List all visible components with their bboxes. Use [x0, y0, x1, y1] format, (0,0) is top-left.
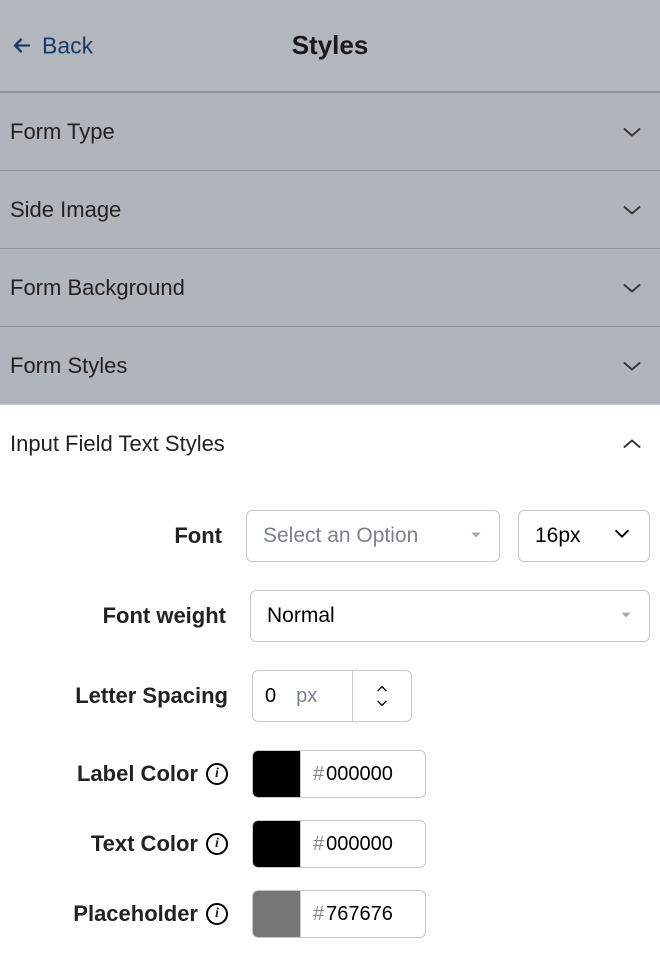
- chevron-down-icon: [618, 352, 646, 380]
- row-placeholder-color: Placeholder i # 767676: [10, 890, 650, 938]
- page-title: Styles: [292, 30, 369, 61]
- input-field-styles-content: Font Select an Option 16px Font weight N…: [0, 482, 660, 970]
- placeholder-label-wrap: Placeholder i: [10, 901, 228, 927]
- info-icon[interactable]: i: [206, 763, 228, 785]
- label-color-picker[interactable]: # 000000: [252, 750, 426, 798]
- font-weight-label: Font weight: [10, 603, 226, 629]
- back-label: Back: [42, 32, 93, 59]
- hash-symbol: #: [313, 833, 324, 856]
- section-input-field-text-styles[interactable]: Input Field Text Styles: [0, 404, 660, 482]
- letter-spacing-controls: 0 px: [252, 670, 412, 722]
- row-font-weight: Font weight Normal: [10, 590, 650, 642]
- section-form-type[interactable]: Form Type: [0, 92, 660, 170]
- letter-spacing-unit: px: [296, 685, 317, 708]
- collapsed-sections: Form Type Side Image Form Background For…: [0, 92, 660, 404]
- header: Back Styles: [0, 0, 660, 92]
- chevron-down-icon[interactable]: [371, 696, 393, 711]
- hex-value: 767676: [326, 903, 393, 926]
- label-color-label: Label Color: [77, 761, 198, 787]
- label-color-controls: # 000000: [252, 750, 426, 798]
- caret-down-icon: [619, 604, 633, 628]
- row-letter-spacing: Letter Spacing 0 px: [10, 670, 650, 722]
- section-form-background[interactable]: Form Background: [0, 248, 660, 326]
- section-form-styles[interactable]: Form Styles: [0, 326, 660, 404]
- chevron-down-icon: [618, 196, 646, 224]
- section-label: Form Background: [10, 275, 185, 301]
- font-label: Font: [10, 523, 222, 549]
- row-font: Font Select an Option 16px: [10, 510, 650, 562]
- font-size-value: 16px: [535, 524, 581, 548]
- hex-value: 000000: [326, 763, 393, 786]
- row-label-color: Label Color i # 000000: [10, 750, 650, 798]
- back-button[interactable]: Back: [6, 28, 97, 63]
- info-icon[interactable]: i: [206, 903, 228, 925]
- hex-value: 000000: [326, 833, 393, 856]
- chevron-up-icon[interactable]: [371, 681, 393, 696]
- placeholder-color-controls: # 767676: [252, 890, 426, 938]
- info-icon[interactable]: i: [206, 833, 228, 855]
- section-label: Form Type: [10, 119, 115, 145]
- label-color-label-wrap: Label Color i: [10, 761, 228, 787]
- color-hex-input[interactable]: # 000000: [300, 750, 426, 798]
- section-label: Input Field Text Styles: [10, 431, 225, 457]
- text-color-label: Text Color: [91, 831, 198, 857]
- font-controls: Select an Option 16px: [246, 510, 650, 562]
- hash-symbol: #: [313, 763, 324, 786]
- color-hex-input[interactable]: # 000000: [300, 820, 426, 868]
- back-arrow-icon: [10, 34, 34, 58]
- font-select-placeholder: Select an Option: [263, 524, 418, 548]
- font-weight-select[interactable]: Normal: [250, 590, 650, 642]
- color-hex-input[interactable]: # 767676: [300, 890, 426, 938]
- caret-down-icon: [469, 524, 483, 548]
- text-color-controls: # 000000: [252, 820, 426, 868]
- text-color-label-wrap: Text Color i: [10, 831, 228, 857]
- color-swatch[interactable]: [252, 820, 300, 868]
- section-label: Form Styles: [10, 353, 127, 379]
- text-color-picker[interactable]: # 000000: [252, 820, 426, 868]
- row-text-color: Text Color i # 000000: [10, 820, 650, 868]
- font-select[interactable]: Select an Option: [246, 510, 500, 562]
- font-size-select[interactable]: 16px: [518, 510, 650, 562]
- section-side-image[interactable]: Side Image: [0, 170, 660, 248]
- letter-spacing-input[interactable]: 0 px: [252, 670, 352, 722]
- color-swatch[interactable]: [252, 750, 300, 798]
- hash-symbol: #: [313, 903, 324, 926]
- letter-spacing-value: 0: [265, 685, 276, 708]
- chevron-down-icon: [611, 522, 633, 550]
- font-weight-controls: Normal: [250, 590, 650, 642]
- section-label: Side Image: [10, 197, 121, 223]
- chevron-up-icon: [618, 430, 646, 458]
- letter-spacing-label: Letter Spacing: [10, 683, 228, 709]
- placeholder-color-picker[interactable]: # 767676: [252, 890, 426, 938]
- chevron-down-icon: [618, 118, 646, 146]
- chevron-down-icon: [618, 274, 646, 302]
- letter-spacing-stepper[interactable]: 0 px: [252, 670, 412, 722]
- stepper-buttons[interactable]: [352, 670, 412, 722]
- placeholder-label: Placeholder: [73, 901, 198, 927]
- color-swatch[interactable]: [252, 890, 300, 938]
- font-weight-value: Normal: [267, 604, 335, 628]
